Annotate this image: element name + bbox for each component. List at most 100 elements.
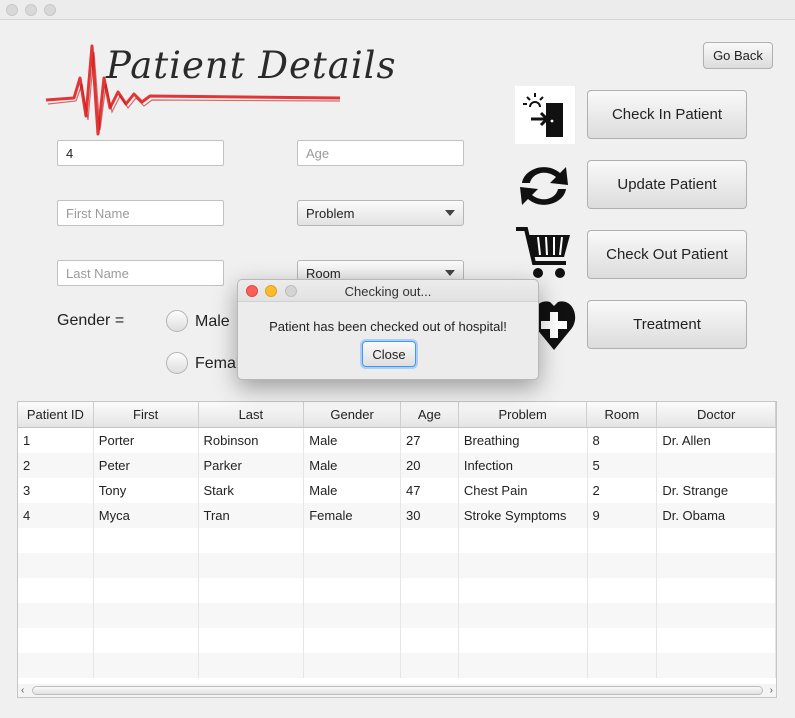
table-cell xyxy=(459,653,588,678)
table-cell xyxy=(94,603,199,628)
window-titlebar xyxy=(0,0,795,20)
table-cell: 5 xyxy=(588,453,658,478)
go-back-button[interactable]: Go Back xyxy=(703,42,773,69)
table-cell xyxy=(18,553,94,578)
table-cell xyxy=(657,628,776,653)
table-cell xyxy=(199,653,305,678)
empty-table-row[interactable] xyxy=(18,578,776,603)
column-header[interactable]: Patient ID xyxy=(18,402,94,427)
chevron-down-icon xyxy=(445,270,455,276)
table-cell xyxy=(18,578,94,603)
table-cell xyxy=(588,628,658,653)
table-cell xyxy=(401,578,459,603)
table-cell: Dr. Strange xyxy=(657,478,776,503)
dialog-message: Patient has been checked out of hospital… xyxy=(269,319,507,334)
table-cell: 1 xyxy=(18,428,94,453)
empty-table-row[interactable] xyxy=(18,553,776,578)
table-cell xyxy=(657,553,776,578)
horizontal-scrollbar[interactable]: ‹ › xyxy=(17,684,777,698)
table-cell xyxy=(459,528,588,553)
table-cell xyxy=(304,628,401,653)
treatment-button[interactable]: Treatment xyxy=(587,300,747,349)
table-cell: Male xyxy=(304,428,401,453)
table-row[interactable]: 4 Myca Tran Female 30 Stroke Symptoms 9 Dr. Oba… xyxy=(18,503,776,528)
scrollbar-thumb[interactable] xyxy=(32,686,763,695)
table-cell: 30 xyxy=(401,503,459,528)
table-cell: Tony xyxy=(94,478,199,503)
table-cell xyxy=(401,628,459,653)
table-cell xyxy=(588,528,658,553)
column-header[interactable]: Room xyxy=(587,402,658,427)
table-cell xyxy=(199,603,305,628)
scroll-left-icon[interactable]: ‹ xyxy=(21,684,24,698)
dialog-close-button[interactable]: Close xyxy=(362,341,416,367)
check-out-patient-button[interactable]: Check Out Patient xyxy=(587,230,747,279)
table-cell xyxy=(588,603,658,628)
table-cell xyxy=(304,528,401,553)
empty-table-row[interactable] xyxy=(18,653,776,678)
table-cell: Dr. Allen xyxy=(657,428,776,453)
table-cell xyxy=(459,628,588,653)
table-cell: Male xyxy=(304,453,401,478)
gender-female-radio[interactable] xyxy=(166,352,188,374)
check-in-patient-button[interactable]: Check In Patient xyxy=(587,90,747,139)
column-header[interactable]: Age xyxy=(401,402,459,427)
shopping-cart-icon xyxy=(513,222,575,284)
table-body[interactable]: 1 Porter Robinson Male 27 Breathing 8 Dr. Allen… xyxy=(18,428,776,678)
table-cell: Porter xyxy=(94,428,199,453)
gender-label: Gender = xyxy=(57,312,125,329)
update-patient-button[interactable]: Update Patient xyxy=(587,160,747,209)
checkout-dialog: Checking out... Patient has been checked… xyxy=(237,279,539,380)
window-close-dot[interactable] xyxy=(6,4,18,16)
gender-male-label[interactable]: Male xyxy=(195,313,230,331)
problem-select[interactable]: Problem xyxy=(297,200,464,226)
dialog-titlebar: Checking out... xyxy=(238,280,538,302)
door-enter-icon xyxy=(515,86,575,144)
table-cell xyxy=(18,653,94,678)
table-cell: Chest Pain xyxy=(459,478,588,503)
column-header[interactable]: Gender xyxy=(304,402,401,427)
age-field[interactable] xyxy=(297,140,464,166)
column-header[interactable]: Last xyxy=(199,402,305,427)
table-cell xyxy=(199,553,305,578)
empty-table-row[interactable] xyxy=(18,628,776,653)
table-cell xyxy=(304,553,401,578)
scroll-right-icon[interactable]: › xyxy=(770,684,773,698)
table-cell: 2 xyxy=(588,478,658,503)
column-header[interactable]: First xyxy=(94,402,199,427)
table-cell xyxy=(588,653,658,678)
window-zoom-dot[interactable] xyxy=(44,4,56,16)
table-row[interactable]: 1 Porter Robinson Male 27 Breathing 8 Dr. Allen xyxy=(18,428,776,453)
table-cell: 27 xyxy=(401,428,459,453)
table-cell: 47 xyxy=(401,478,459,503)
patients-table[interactable]: Patient ID First Last Gender Age Problem Room D… xyxy=(17,401,777,685)
table-cell xyxy=(588,578,658,603)
table-cell: Tran xyxy=(199,503,305,528)
table-cell: 2 xyxy=(18,453,94,478)
table-cell: 4 xyxy=(18,503,94,528)
gender-male-radio[interactable] xyxy=(166,310,188,332)
table-cell xyxy=(18,628,94,653)
last-name-field[interactable] xyxy=(57,260,224,286)
table-cell xyxy=(94,553,199,578)
column-header[interactable]: Doctor xyxy=(657,402,776,427)
table-cell xyxy=(18,603,94,628)
table-header: Patient ID First Last Gender Age Problem Room D… xyxy=(18,402,776,428)
column-header[interactable]: Problem xyxy=(459,402,588,427)
first-name-field[interactable] xyxy=(57,200,224,226)
table-cell xyxy=(459,578,588,603)
empty-table-row[interactable] xyxy=(18,603,776,628)
table-cell xyxy=(657,653,776,678)
table-cell xyxy=(94,578,199,603)
table-cell xyxy=(657,528,776,553)
table-cell: Peter xyxy=(94,453,199,478)
table-cell: Male xyxy=(304,478,401,503)
table-row[interactable]: 2 Peter Parker Male 20 Infection 5 xyxy=(18,453,776,478)
table-cell xyxy=(401,603,459,628)
page-title: Patient Details xyxy=(106,44,397,87)
patient-id-field[interactable] xyxy=(57,140,224,166)
table-row[interactable]: 3 Tony Stark Male 47 Chest Pain 2 Dr. Strange xyxy=(18,478,776,503)
empty-table-row[interactable] xyxy=(18,528,776,553)
window-minimize-dot[interactable] xyxy=(25,4,37,16)
table-cell: 8 xyxy=(588,428,658,453)
